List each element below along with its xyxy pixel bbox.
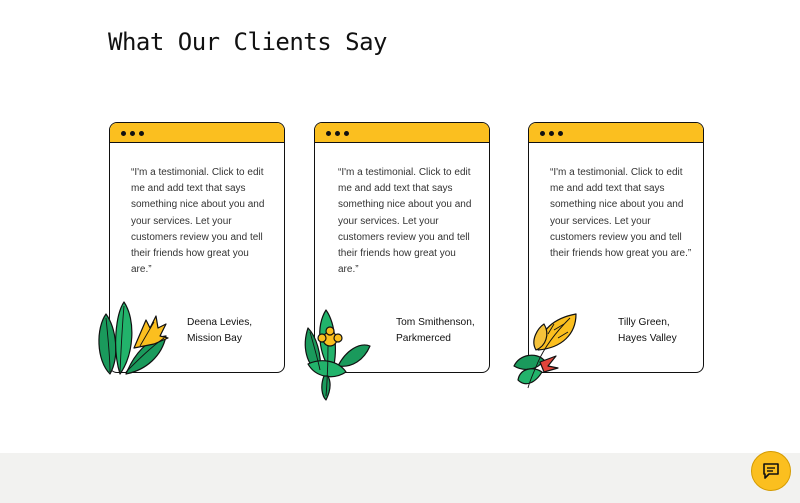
window-dot [139, 131, 144, 136]
window-dot [130, 131, 135, 136]
window-dot [335, 131, 340, 136]
card-header-bar [529, 123, 703, 143]
section-title: What Our Clients Say [108, 28, 387, 56]
window-dot [121, 131, 126, 136]
window-dot [344, 131, 349, 136]
author-location: Parkmerced [396, 333, 451, 345]
chat-button[interactable] [751, 451, 791, 491]
testimonial-author: Deena Levies, Mission Bay [187, 315, 252, 347]
window-dot [326, 131, 331, 136]
testimonial-author: Tom Smithenson, Parkmerced [396, 315, 475, 347]
flower-illustration-icon [304, 309, 371, 401]
branch-illustration-icon [513, 313, 577, 389]
author-name: Tom Smithenson, [396, 317, 475, 328]
footer-band [0, 453, 800, 503]
plant-illustration-icon [98, 301, 169, 375]
testimonial-quote: “I'm a testimonial. Click to edit me and… [550, 167, 692, 260]
testimonial-quote: “I'm a testimonial. Click to edit me and… [131, 167, 265, 276]
testimonial-quote: “I'm a testimonial. Click to edit me and… [338, 167, 472, 276]
author-location: Mission Bay [187, 333, 242, 345]
card-header-bar [110, 123, 284, 143]
window-dot [540, 131, 545, 136]
window-dot [549, 131, 554, 136]
author-name: Tilly Green, [618, 317, 670, 328]
chat-icon [763, 463, 779, 479]
author-location: Hayes Valley [618, 333, 677, 345]
window-dot [558, 131, 563, 136]
card-header-bar [315, 123, 489, 143]
author-name: Deena Levies, [187, 317, 253, 328]
testimonial-author: Tilly Green, Hayes Valley [618, 315, 677, 347]
